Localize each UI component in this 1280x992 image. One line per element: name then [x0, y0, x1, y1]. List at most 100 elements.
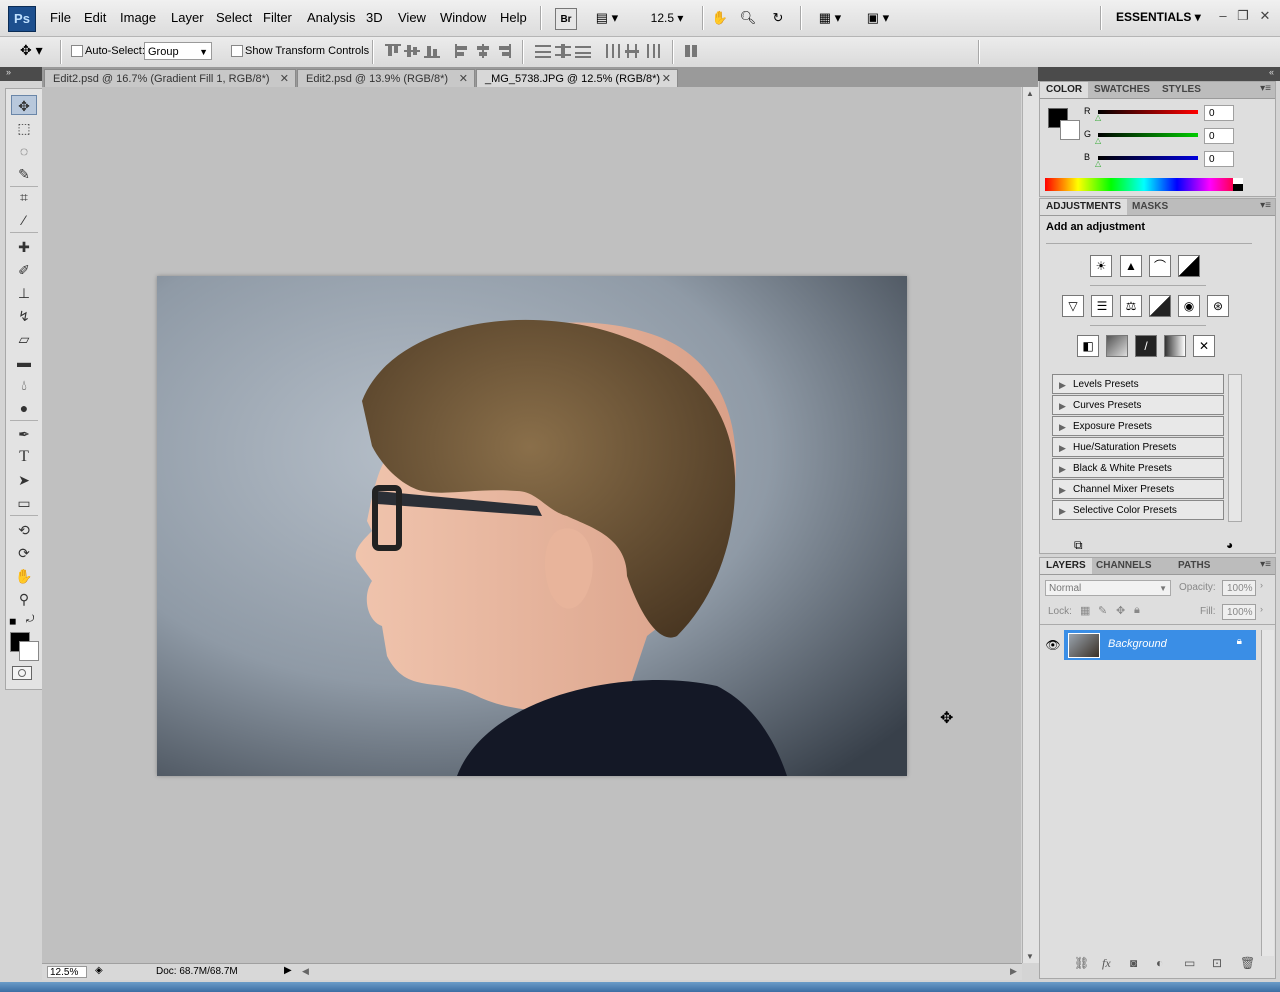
distribute-right-icon[interactable]	[645, 44, 661, 58]
menu-edit[interactable]: Edit	[84, 10, 106, 25]
fill-arrow-icon[interactable]: ›	[1260, 604, 1263, 614]
hand-tool-icon[interactable]: ✋	[11, 566, 37, 586]
distribute-bottom-icon[interactable]	[575, 44, 591, 58]
green-slider[interactable]	[1098, 133, 1198, 137]
panel-menu-icon[interactable]: ▾≡	[1260, 559, 1271, 570]
lock-pixels-icon[interactable]: ✎	[1098, 604, 1107, 617]
view-mode-icon[interactable]: ◕	[1226, 538, 1233, 552]
zoom-tool-icon[interactable]: ⚲	[11, 589, 37, 609]
presets-scrollbar[interactable]	[1228, 374, 1242, 522]
magic-wand-icon[interactable]: ✎	[11, 164, 37, 184]
zoom-level-select[interactable]: 12.5 ▾	[645, 8, 689, 28]
lock-all-icon[interactable]: 🔒︎	[1134, 604, 1140, 617]
curves-icon[interactable]: ⌒	[1149, 255, 1171, 277]
auto-select-checkbox[interactable]	[71, 45, 83, 57]
tab-channels[interactable]: CHANNELS	[1090, 558, 1158, 574]
lock-position-icon[interactable]: ✥	[1116, 604, 1125, 617]
align-top-icon[interactable]	[385, 44, 401, 58]
slider-thumb-icon[interactable]: △	[1095, 136, 1101, 145]
new-group-icon[interactable]: ▭	[1184, 956, 1195, 970]
menu-help[interactable]: Help	[500, 10, 527, 25]
selective-color-icon[interactable]: ✕	[1193, 335, 1215, 357]
lock-transparency-icon[interactable]: ▦	[1080, 604, 1090, 617]
add-mask-icon[interactable]: ◙	[1130, 956, 1137, 970]
layers-scrollbar[interactable]	[1261, 630, 1274, 956]
blue-value-field[interactable]: 0	[1204, 151, 1234, 167]
lasso-tool-icon[interactable]: ◌	[11, 141, 37, 161]
new-adjustment-icon[interactable]: ◐	[1156, 956, 1163, 970]
align-left-icon[interactable]	[455, 44, 471, 58]
distribute-left-icon[interactable]	[605, 44, 621, 58]
tab-masks[interactable]: MASKS	[1126, 199, 1174, 215]
layer-name[interactable]: Background	[1108, 638, 1167, 650]
invert-icon[interactable]: ◧	[1077, 335, 1099, 357]
tab-color[interactable]: COLOR	[1040, 82, 1089, 98]
align-hcenter-icon[interactable]	[475, 44, 491, 58]
pen-tool-icon[interactable]: ✒	[11, 424, 37, 444]
panel-menu-icon[interactable]: ▾≡	[1260, 200, 1271, 211]
spectrum-black-swatch[interactable]	[1233, 184, 1243, 191]
menu-select[interactable]: Select	[216, 10, 252, 25]
levels-icon[interactable]: ▲	[1120, 255, 1142, 277]
healing-brush-icon[interactable]: ✚	[11, 237, 37, 257]
distribute-top-icon[interactable]	[535, 44, 551, 58]
status-menu-arrow-icon[interactable]: ▶	[284, 965, 292, 976]
minimize-icon[interactable]: –	[1214, 8, 1232, 26]
gradient-map-icon[interactable]	[1164, 335, 1186, 357]
preset-hue-saturation[interactable]: ▶ Hue/Saturation Presets	[1052, 437, 1224, 457]
screen-mode-icon[interactable]: ▣ ▾	[860, 8, 896, 28]
layer-style-icon[interactable]: fx	[1102, 956, 1111, 971]
new-layer-icon[interactable]: ⊡	[1212, 956, 1222, 970]
preset-levels[interactable]: ▶ Levels Presets	[1052, 374, 1224, 394]
rotate-view-icon[interactable]: ↻	[768, 8, 788, 28]
marquee-tool-icon[interactable]: ⬚	[11, 118, 37, 138]
blur-tool-icon[interactable]: 💧︎	[11, 375, 37, 395]
brush-tool-icon[interactable]: ✐	[11, 260, 37, 280]
crop-tool-icon[interactable]: ⌗	[11, 187, 37, 207]
arrange-documents-icon[interactable]: ▦ ▾	[812, 8, 848, 28]
workspace-switcher[interactable]: ESSENTIALS ▾	[1116, 10, 1201, 24]
tab-styles[interactable]: STYLES	[1156, 82, 1207, 98]
preset-black-white[interactable]: ▶ Black & White Presets	[1052, 458, 1224, 478]
menu-window[interactable]: Window	[440, 10, 486, 25]
preset-selective-color[interactable]: ▶ Selective Color Presets	[1052, 500, 1224, 520]
red-value-field[interactable]: 0	[1204, 105, 1234, 121]
opacity-arrow-icon[interactable]: ›	[1260, 580, 1263, 590]
black-white-icon[interactable]	[1149, 295, 1171, 317]
channel-mixer-icon[interactable]: ⊛	[1207, 295, 1229, 317]
slider-thumb-icon[interactable]: △	[1095, 113, 1101, 122]
scroll-left-icon[interactable]: ◀	[302, 966, 309, 977]
path-selection-icon[interactable]: ➤	[11, 470, 37, 490]
gradient-tool-icon[interactable]: ▬	[11, 352, 37, 372]
align-right-icon[interactable]	[495, 44, 511, 58]
tab-adjustments[interactable]: ADJUSTMENTS	[1040, 199, 1128, 215]
3d-rotate-icon[interactable]: ⟲	[11, 520, 37, 540]
eyedropper-tool-icon[interactable]: ⁄	[11, 210, 37, 230]
green-value-field[interactable]: 0	[1204, 128, 1234, 144]
menu-filter[interactable]: Filter	[263, 10, 292, 25]
move-tool-icon[interactable]: ✥	[11, 95, 37, 115]
exposure-icon[interactable]	[1178, 255, 1200, 277]
posterize-icon[interactable]	[1106, 335, 1128, 357]
close-icon[interactable]: ✕	[280, 70, 289, 88]
dodge-tool-icon[interactable]: ●	[11, 398, 37, 418]
mini-bridge-icon[interactable]: ▤ ▾	[590, 8, 624, 28]
layer-row-background[interactable]: Background 🔒︎	[1064, 630, 1256, 660]
panels-collapse-bar[interactable]: «	[1038, 67, 1280, 81]
delete-layer-icon[interactable]: 🗑︎	[1240, 956, 1255, 970]
shape-tool-icon[interactable]: ▭	[11, 493, 37, 513]
default-colors-icon[interactable]: ◼	[9, 616, 16, 627]
scroll-right-icon[interactable]: ▶	[1010, 966, 1017, 977]
tab-layers[interactable]: LAYERS	[1040, 558, 1092, 574]
fill-field[interactable]: 100%	[1222, 604, 1256, 620]
close-icon[interactable]: ✕	[1256, 8, 1274, 26]
clone-stamp-icon[interactable]: ⊥	[11, 283, 37, 303]
history-brush-icon[interactable]: ↯	[11, 306, 37, 326]
preset-exposure[interactable]: ▶ Exposure Presets	[1052, 416, 1224, 436]
blue-slider[interactable]	[1098, 156, 1198, 160]
threshold-icon[interactable]: /	[1135, 335, 1157, 357]
status-icon[interactable]: ◈	[95, 965, 103, 976]
clip-to-layer-icon[interactable]: ⧉	[1074, 538, 1083, 553]
color-balance-icon[interactable]: ⚖	[1120, 295, 1142, 317]
tab-swatches[interactable]: SWATCHES	[1088, 82, 1156, 98]
